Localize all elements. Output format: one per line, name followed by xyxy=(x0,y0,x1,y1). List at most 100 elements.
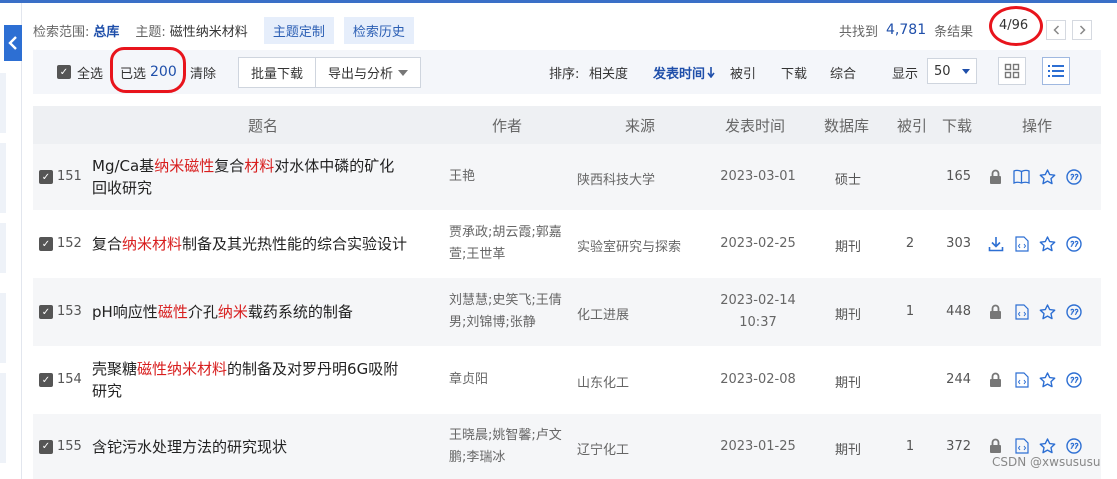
result-source[interactable]: 化工进展 xyxy=(577,304,629,323)
theme-label: 主题: xyxy=(135,24,166,40)
col-database: 数据库 xyxy=(824,116,870,135)
title-segment: 磁性纳米材料 xyxy=(137,360,228,378)
row-checkbox[interactable]: ✓ xyxy=(39,237,59,251)
row-actions xyxy=(987,235,1082,252)
select-all-label: 全选 xyxy=(77,66,104,82)
result-authors[interactable]: 刘慧慧;史笑飞;王倩 男;刘锦博;张静 xyxy=(449,290,569,334)
quote-icon[interactable] xyxy=(1065,235,1082,252)
result-authors[interactable]: 章贞阳 xyxy=(449,369,569,391)
title-segment: 纳米材料 xyxy=(122,235,183,253)
col-ops: 操作 xyxy=(1022,116,1053,135)
book-icon[interactable] xyxy=(1013,168,1030,185)
lock-icon[interactable] xyxy=(987,371,1004,388)
arrow-down-icon xyxy=(707,66,715,78)
title-segment: 含铊污水处理方法的研究现状 xyxy=(92,437,288,456)
checkbox-checked-icon: ✓ xyxy=(39,237,53,251)
sort-download[interactable]: 下载 xyxy=(781,50,807,94)
row-index: 153 xyxy=(57,304,82,319)
col-author: 作者 xyxy=(492,116,523,135)
result-authors[interactable]: 王艳 xyxy=(449,166,569,188)
chevron-left-icon xyxy=(8,36,17,50)
download-icon[interactable] xyxy=(987,235,1004,252)
row-actions xyxy=(987,168,1082,185)
result-count: 共找到 4,781 条结果 xyxy=(839,17,973,43)
result-title-link[interactable]: 含铊污水处理方法的研究现状 xyxy=(92,436,442,458)
search-history-button[interactable]: 检索历史 xyxy=(343,16,414,44)
quote-icon[interactable] xyxy=(1065,168,1082,185)
row-checkbox[interactable]: ✓ xyxy=(39,373,59,387)
html-icon[interactable] xyxy=(1013,371,1030,388)
theme-value[interactable]: 磁性纳米材料 xyxy=(170,21,248,40)
custom-theme-button[interactable]: 主题定制 xyxy=(263,16,334,44)
author-line-1: 贾承政;胡云霞;郭嘉 xyxy=(449,225,562,240)
select-all-toggle[interactable]: ✓ 全选 xyxy=(57,50,103,94)
quote-icon[interactable] xyxy=(1065,438,1082,455)
result-source[interactable]: 陕西科技大学 xyxy=(577,169,655,188)
result-title-link[interactable]: Mg/Ca基纳米磁性复合材料对水体中磷的矿化 回收研究 xyxy=(92,155,442,199)
star-icon[interactable] xyxy=(1039,438,1056,455)
sort-overall[interactable]: 综合 xyxy=(830,50,856,94)
result-authors[interactable]: 王晓晨;姚智馨;卢文 鹏;李瑞冰 xyxy=(449,425,569,469)
result-source[interactable]: 辽宁化工 xyxy=(577,439,629,458)
search-scope-bar: 检索范围: 总库 主题: 磁性纳米材料 主题定制 检索历史 xyxy=(33,16,424,44)
result-date: 2023-03-01 xyxy=(706,166,810,188)
list-view-button[interactable] xyxy=(1042,57,1070,85)
result-title-link[interactable]: 复合纳米材料制备及其光热性能的综合实验设计 xyxy=(92,233,442,255)
clear-selection-button[interactable]: 清除 xyxy=(190,50,216,94)
star-icon[interactable] xyxy=(1039,371,1056,388)
result-title-link[interactable]: pH响应性磁性介孔纳米载药系统的制备 xyxy=(92,301,442,323)
sort-cited[interactable]: 被引 xyxy=(730,50,756,94)
export-analysis-dropdown[interactable]: 导出与分析 xyxy=(315,58,420,87)
checkbox-checked-icon: ✓ xyxy=(39,170,53,184)
scope-value[interactable]: 总库 xyxy=(93,21,119,40)
lock-icon[interactable] xyxy=(987,303,1004,320)
collapse-sidebar-button[interactable] xyxy=(4,25,22,61)
grid-view-button[interactable] xyxy=(998,57,1026,85)
author-line-1: 章贞阳 xyxy=(449,372,489,387)
star-icon[interactable] xyxy=(1039,168,1056,185)
star-icon[interactable] xyxy=(1039,235,1056,252)
sort-date[interactable]: 发表时间 xyxy=(653,50,715,94)
lock-icon[interactable] xyxy=(987,438,1004,455)
row-checkbox[interactable]: ✓ xyxy=(39,305,59,319)
col-source: 来源 xyxy=(625,116,656,135)
sort-relevance[interactable]: 相关度 xyxy=(589,50,628,94)
result-row: ✓ 152 复合纳米材料制备及其光热性能的综合实验设计 贾承政;胡云霞;郭嘉 萱;王世革… xyxy=(33,210,1101,278)
title-segment: 壳聚糖 xyxy=(92,360,138,378)
left-sidebar xyxy=(0,3,22,479)
star-icon[interactable] xyxy=(1039,303,1056,320)
result-cited: 1 xyxy=(905,304,915,319)
date-line-1: 2023-01-25 xyxy=(720,438,796,454)
table-header: 题名 作者 来源 发表时间 数据库 被引 下载 操作 xyxy=(33,106,1101,144)
title-segment: 制备及其光热性能的综合实验设计 xyxy=(182,235,408,253)
title-segment: 磁性 xyxy=(157,303,188,321)
author-line-2: 鹏;李瑞冰 xyxy=(449,449,506,465)
lock-icon[interactable] xyxy=(987,168,1004,185)
list-view-icon xyxy=(1048,65,1064,77)
html-icon[interactable] xyxy=(1013,235,1030,252)
title-line-2: 研究 xyxy=(92,382,123,400)
batch-download-button[interactable]: 批量下载 xyxy=(239,58,315,87)
prev-page-button[interactable] xyxy=(1046,20,1066,40)
row-checkbox[interactable]: ✓ xyxy=(39,170,59,184)
scope-label: 检索范围: xyxy=(33,24,90,40)
result-title-link[interactable]: 壳聚糖磁性纳米材料的制备及对罗丹明6G吸附 研究 xyxy=(92,358,442,402)
title-segment: 对水体中磷的矿化 xyxy=(274,157,395,175)
sort-label: 排序: xyxy=(549,66,580,82)
row-checkbox[interactable]: ✓ xyxy=(39,439,59,454)
html-icon[interactable] xyxy=(1013,438,1030,455)
chevron-left-icon xyxy=(1052,25,1059,35)
result-authors[interactable]: 贾承政;胡云霞;郭嘉 萱;王世革 xyxy=(449,222,569,266)
quote-icon[interactable] xyxy=(1065,303,1082,320)
date-line-1: 2023-03-01 xyxy=(720,169,796,184)
next-page-button[interactable] xyxy=(1072,20,1092,40)
author-line-2: 萱;王世革 xyxy=(449,247,506,262)
result-source[interactable]: 山东化工 xyxy=(577,372,629,391)
row-actions xyxy=(987,438,1082,455)
page-size-select[interactable]: 50 xyxy=(927,58,977,84)
result-source[interactable]: 实验室研究与探索 xyxy=(577,236,681,255)
html-icon[interactable] xyxy=(1013,303,1030,320)
title-segment: 载药系统的制备 xyxy=(247,303,353,321)
title-segment: 材料 xyxy=(244,157,275,175)
quote-icon[interactable] xyxy=(1065,371,1082,388)
